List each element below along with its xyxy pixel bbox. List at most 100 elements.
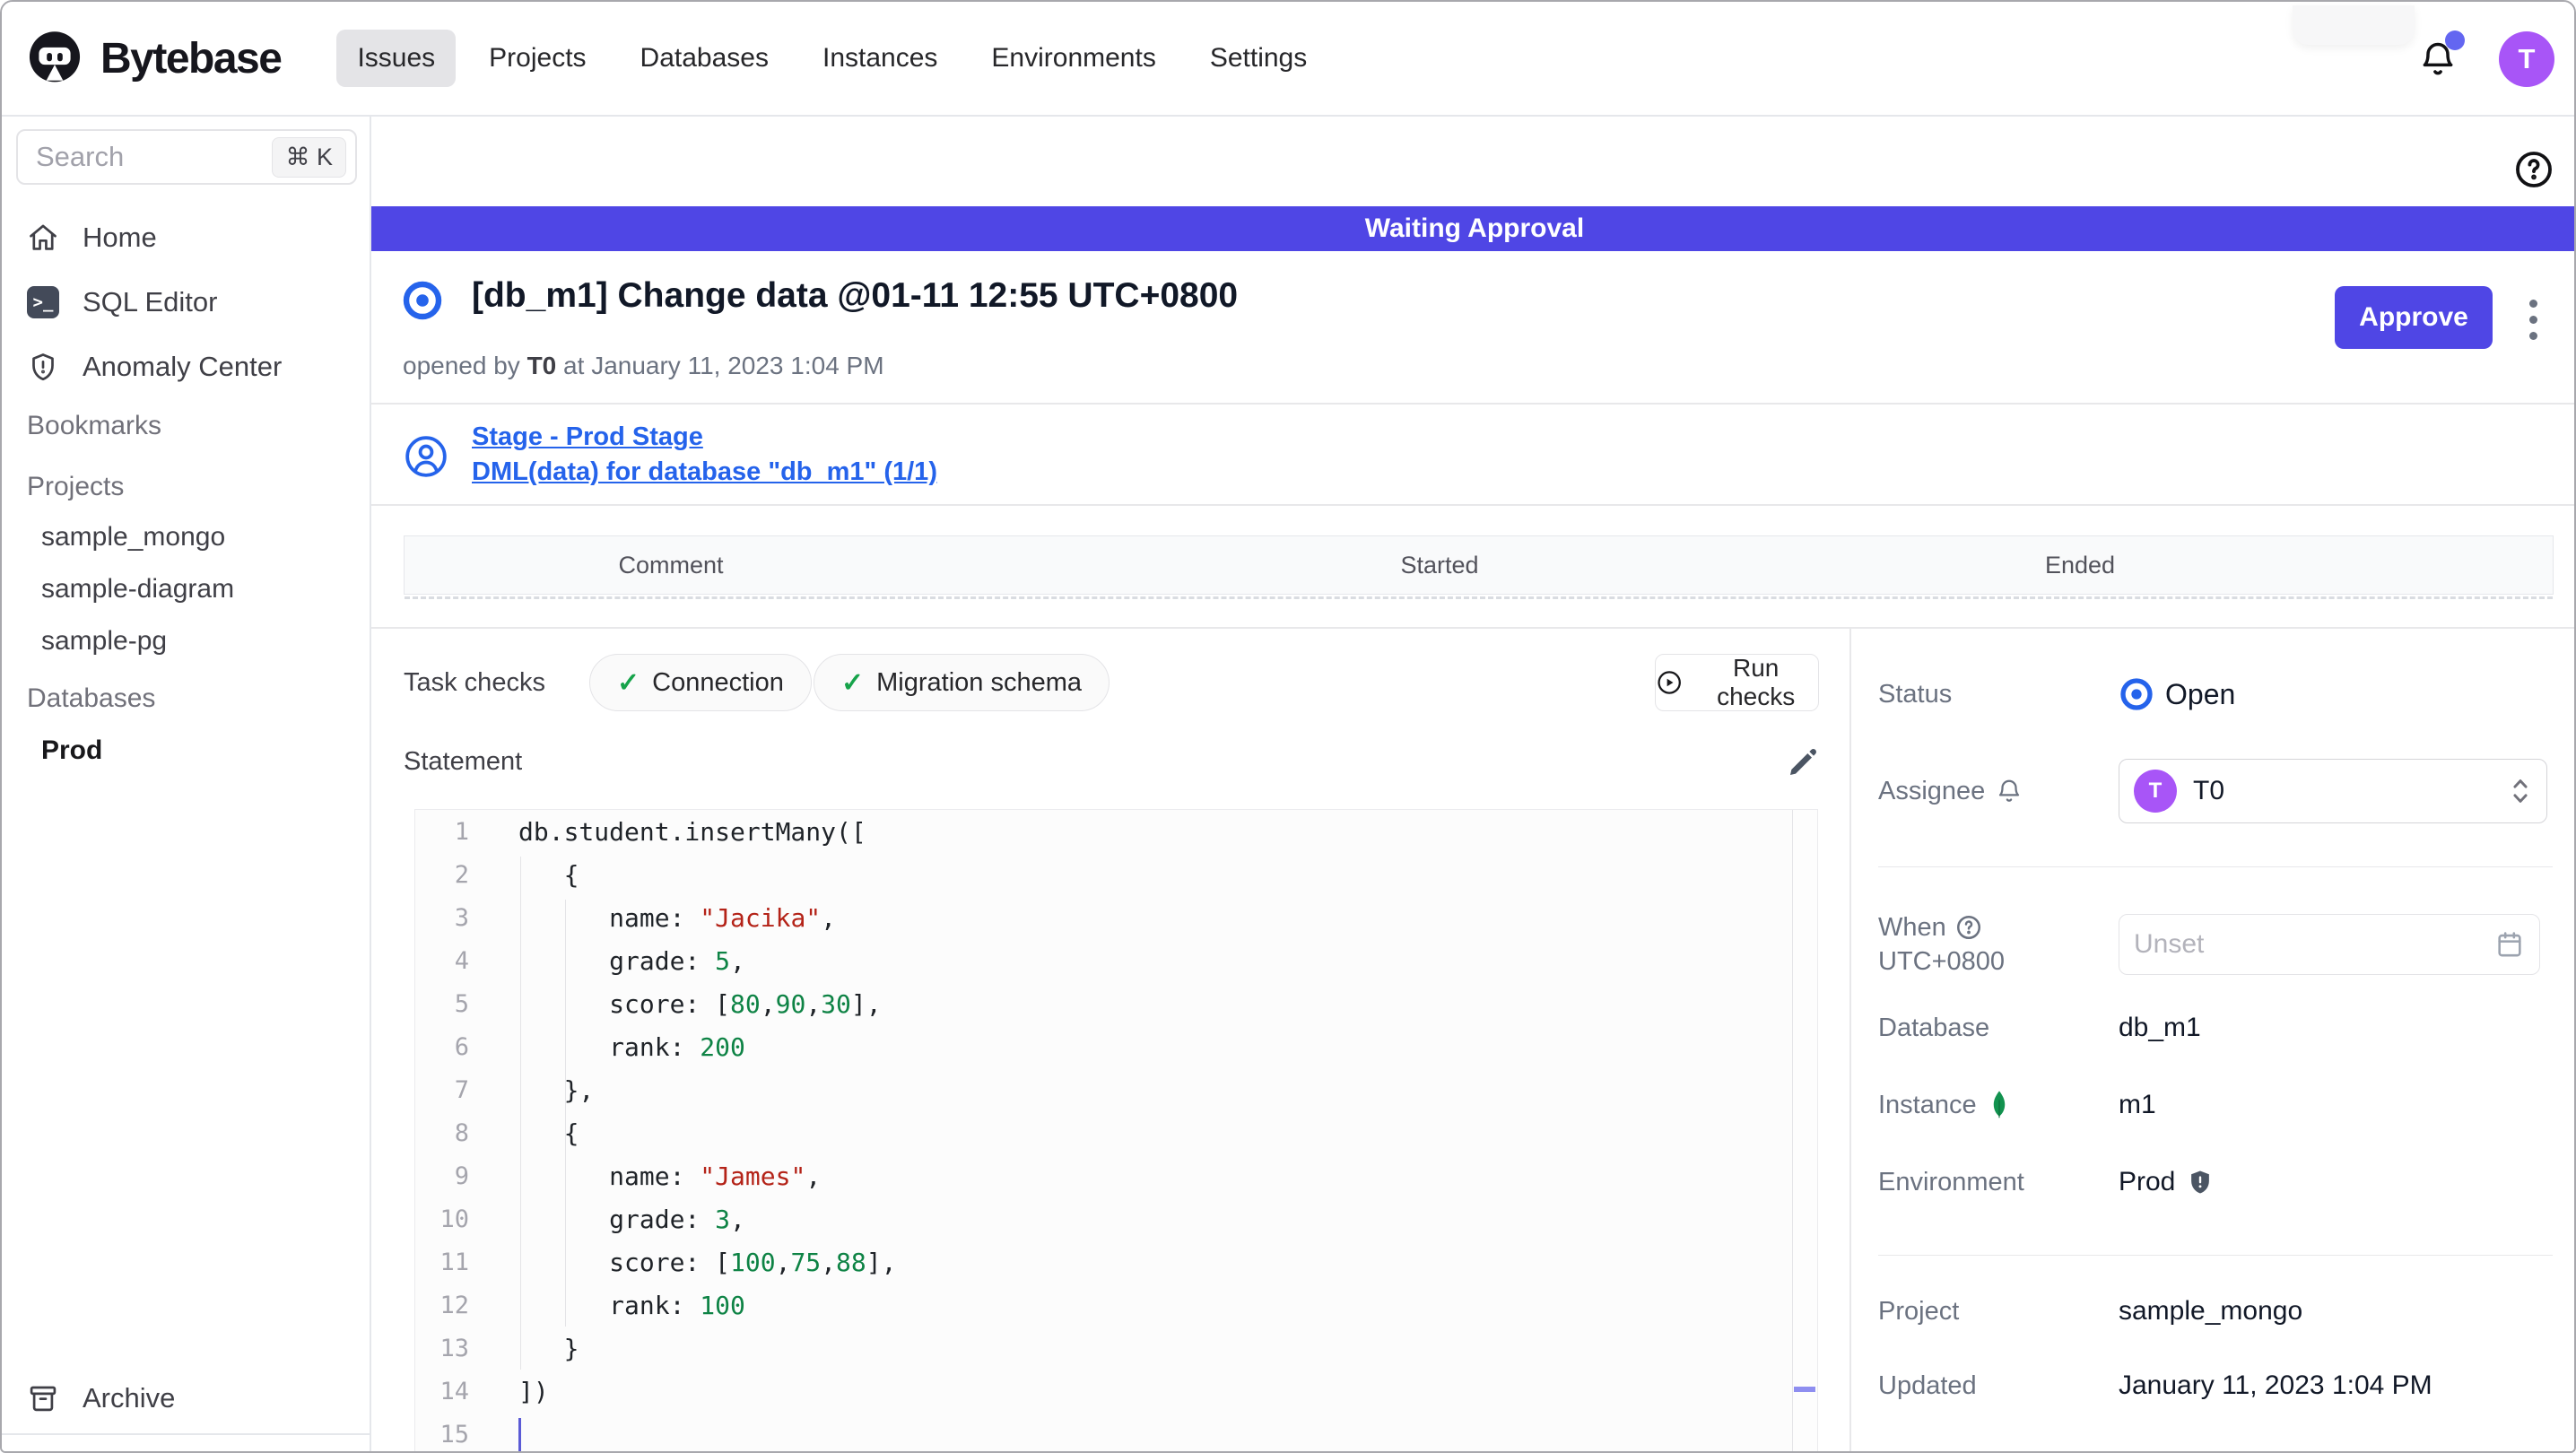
search-box: ⌘ K <box>16 129 357 185</box>
search-input[interactable] <box>18 141 273 173</box>
top-nav: Bytebase Issues Projects Databases Insta… <box>2 2 2574 117</box>
sidebar-project-sample-diagram[interactable]: sample-diagram <box>41 574 234 605</box>
line-number: 13 <box>439 1334 469 1362</box>
code-line: 2 { <box>415 853 1817 896</box>
nav-tab-settings[interactable]: Settings <box>1189 30 1327 87</box>
sidebar-database-prod[interactable]: Prod <box>41 735 102 766</box>
instance-label: Instance <box>1878 1090 2119 1120</box>
when-row: When UTC+0800 <box>1878 912 2554 977</box>
code-line: 10 grade: 3, <box>415 1197 1817 1240</box>
user-avatar[interactable]: T <box>2499 31 2554 87</box>
check-chip-label: Connection <box>652 667 784 697</box>
line-number: 14 <box>439 1377 469 1405</box>
environment-shield-icon <box>2191 1170 2210 1194</box>
issue-opened-at: January 11, 2023 1:04 PM <box>591 352 884 379</box>
issue-details-panel: Status Open Assignee T T0 When UTC+0800 … <box>1849 629 2574 1451</box>
stage-link[interactable]: Stage - Prod Stage <box>472 422 703 452</box>
sidebar-section-bookmarks: Bookmarks <box>27 411 162 440</box>
notification-bell-button[interactable] <box>2418 30 2465 81</box>
environment-row: Environment Prod <box>1878 1162 2554 1202</box>
line-number: 12 <box>439 1291 469 1319</box>
sidebar-bottom-divider <box>2 1433 370 1435</box>
edit-pencil-icon[interactable] <box>1785 744 1821 780</box>
line-number: 7 <box>454 1075 469 1104</box>
when-date-input[interactable] <box>2134 929 2494 960</box>
assignee-bell-icon <box>1999 779 2020 802</box>
stage-user-icon <box>405 436 447 477</box>
calendar-icon[interactable] <box>2494 929 2525 960</box>
code-line: 15 <box>415 1413 1817 1451</box>
divider <box>371 504 2574 506</box>
line-number: 5 <box>454 989 469 1018</box>
code-line: 6 rank: 200 <box>415 1025 1817 1068</box>
notification-badge <box>2445 30 2465 50</box>
code-line: 12 rank: 100 <box>415 1283 1817 1327</box>
assignee-label: Assignee <box>1878 777 2119 806</box>
chevron-updown-icon <box>2513 779 2528 803</box>
statement-code-editor[interactable]: 1 db.student.insertMany([2 {3 name: "Jaci… <box>414 809 1818 1451</box>
sidebar-item-label: SQL Editor <box>83 286 218 318</box>
line-number: 10 <box>439 1205 469 1233</box>
editor-scrollbar[interactable] <box>1792 810 1817 1451</box>
task-link[interactable]: DML(data) for database "db_m1" (1/1) <box>472 457 937 487</box>
updated-label: Updated <box>1878 1370 1977 1400</box>
sidebar-item-anomaly-center[interactable]: Anomaly Center <box>2 343 370 391</box>
assignee-select[interactable]: T T0 <box>2119 759 2547 823</box>
line-number: 8 <box>454 1118 469 1147</box>
code-line: 8 { <box>415 1111 1817 1154</box>
run-checks-button[interactable]: Run checks <box>1655 654 1819 711</box>
status-value: Open <box>2119 676 2235 712</box>
assignee-avatar: T <box>2134 770 2177 813</box>
sidebar-item-label: Archive <box>83 1382 176 1414</box>
nav-tab-projects[interactable]: Projects <box>468 30 606 87</box>
divider <box>1878 1255 2553 1256</box>
brand[interactable]: Bytebase <box>25 29 283 88</box>
line-number: 11 <box>439 1248 469 1276</box>
sidebar-item-sql-editor[interactable]: >_ SQL Editor <box>2 278 370 326</box>
nav-tab-databases[interactable]: Databases <box>620 30 789 87</box>
check-icon: ✓ <box>841 667 865 698</box>
divider <box>371 403 2574 405</box>
check-chip-connection[interactable]: ✓ Connection <box>589 654 812 711</box>
help-circle-icon[interactable] <box>2513 149 2554 190</box>
archive-icon <box>30 1386 57 1412</box>
code-line: 5 score: [80,90,30], <box>415 982 1817 1025</box>
nav-tab-issues[interactable]: Issues <box>336 30 457 87</box>
environment-label: Environment <box>1878 1167 2024 1196</box>
approve-button[interactable]: Approve <box>2335 286 2493 349</box>
main-nav: Issues Projects Databases Instances Envi… <box>336 30 1327 87</box>
column-header-ended: Ended <box>2044 551 2116 579</box>
sql-editor-icon: >_ <box>27 286 59 318</box>
nav-tab-instances[interactable]: Instances <box>802 30 958 87</box>
line-number: 4 <box>454 946 469 975</box>
issue-title: [db_m1] Change data @01-11 12:55 UTC+080… <box>472 276 1239 315</box>
updated-value: January 11, 2023 1:04 PM <box>2119 1370 2432 1400</box>
code-line: 3 name: "Jacika", <box>415 896 1817 939</box>
when-help-icon[interactable] <box>1955 914 1982 941</box>
sidebar-item-home[interactable]: Home <box>2 213 370 262</box>
sidebar-project-sample-pg[interactable]: sample-pg <box>41 626 167 657</box>
sidebar: ⌘ K Home >_ SQL Editor Anomaly Center Bo… <box>2 117 371 1451</box>
shield-alert-icon <box>32 353 54 381</box>
bytebase-logo-icon <box>29 31 81 83</box>
play-circle-icon <box>1658 671 1681 694</box>
instance-row: Instance m1 <box>1878 1085 2554 1125</box>
check-chip-migration-schema[interactable]: ✓ Migration schema <box>814 654 1110 711</box>
divider <box>1878 866 2553 867</box>
issue-byline: opened by T0 at January 11, 2023 1:04 PM <box>403 352 884 379</box>
line-number: 9 <box>454 1162 469 1190</box>
sidebar-item-archive[interactable]: Archive <box>2 1374 370 1423</box>
task-checks-label: Task checks <box>404 668 545 697</box>
sidebar-project-sample-mongo[interactable]: sample_mongo <box>41 522 225 552</box>
code-line: 4 grade: 5, <box>415 939 1817 982</box>
environment-value: Prod <box>2119 1167 2215 1197</box>
issue-more-menu-button[interactable] <box>2513 292 2553 346</box>
mongodb-leaf-icon <box>1993 1091 2005 1119</box>
faded-popover <box>2293 5 2415 45</box>
code-line: 7 }, <box>415 1068 1817 1111</box>
issue-author: T0 <box>527 352 557 379</box>
sidebar-section-databases: Databases <box>27 683 156 713</box>
nav-tab-environments[interactable]: Environments <box>970 30 1176 87</box>
database-label: Database <box>1878 1013 1990 1042</box>
editor-cursor <box>518 1418 521 1451</box>
